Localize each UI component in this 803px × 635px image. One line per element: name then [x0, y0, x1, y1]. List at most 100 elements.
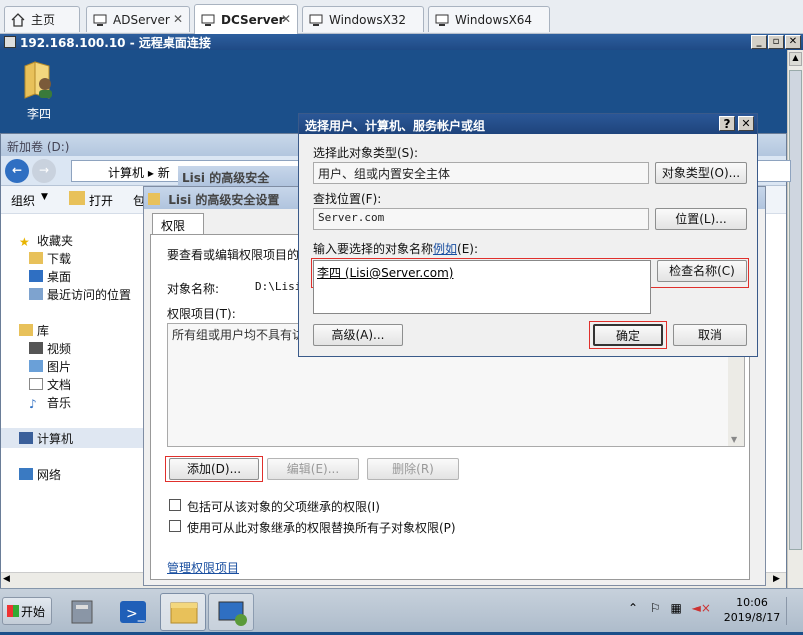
entries-label: 权限项目(T):: [167, 307, 236, 321]
object-types-button[interactable]: 对象类型(O)...: [655, 162, 747, 184]
scroll-right-icon[interactable]: ▶: [773, 574, 780, 584]
security-dialog-title: Lisi 的高级安全设置: [168, 193, 280, 207]
nav-videos[interactable]: 视频: [29, 340, 71, 357]
show-hidden-icons-icon[interactable]: ⌃: [628, 601, 638, 615]
tab-windowsx64[interactable]: WindowsX64: [428, 6, 550, 32]
start-button[interactable]: 开始: [2, 597, 52, 625]
show-desktop-button[interactable]: [786, 597, 800, 625]
replace-label: 使用可从此对象继承的权限替换所有子对象权限(P): [187, 521, 456, 535]
tab-permissions[interactable]: 权限: [152, 213, 204, 235]
address-part[interactable]: 计算机: [108, 166, 144, 180]
remove-button[interactable]: 删除(R): [367, 458, 459, 480]
tab-dcserver[interactable]: DCServer ✕: [194, 4, 298, 34]
windows-logo-icon: [7, 605, 19, 617]
tab-windowsx32[interactable]: WindowsX32: [302, 6, 424, 32]
nav-label: 最近访问的位置: [47, 288, 132, 302]
object-type-label: 选择此对象类型(S):: [313, 146, 419, 160]
close-icon[interactable]: ✕: [173, 12, 183, 26]
desktop-icon-label: 李四: [26, 107, 51, 121]
document-icon: [29, 378, 43, 390]
close-button[interactable]: ✕: [738, 116, 754, 131]
close-icon[interactable]: ✕: [281, 12, 291, 26]
network-status-icon[interactable]: ▦: [670, 601, 681, 615]
remote-desktop-taskbar-icon[interactable]: [208, 593, 254, 631]
monitor-icon: [93, 13, 107, 27]
nav-libraries[interactable]: 库: [19, 322, 49, 339]
scroll-thumb[interactable]: [789, 70, 802, 550]
home-icon: [11, 12, 25, 27]
library-icon: [19, 324, 33, 336]
nav-computer[interactable]: 计算机: [1, 428, 143, 448]
browser-tab-strip: 主页 ADServer ✕ DCServer ✕ WindowsX32 Wind…: [0, 0, 803, 34]
folder-icon: [148, 193, 160, 205]
replace-checkbox[interactable]: [169, 520, 181, 532]
desktop-scrollbar[interactable]: ▲: [787, 50, 803, 588]
object-names-input[interactable]: 李四 (Lisi@Server.com): [313, 260, 651, 314]
monitor-icon: [309, 13, 323, 27]
nav-downloads[interactable]: 下载: [29, 250, 71, 267]
desktop-icon: [29, 270, 43, 282]
nav-desktop[interactable]: 桌面: [29, 268, 71, 285]
help-button[interactable]: ?: [719, 116, 735, 131]
scroll-up-icon[interactable]: ▲: [789, 52, 802, 66]
nav-label: 桌面: [47, 270, 72, 284]
manage-permissions-link[interactable]: 管理权限项目: [167, 559, 239, 576]
clock[interactable]: 10:06 2019/8/17: [722, 595, 782, 625]
cancel-button[interactable]: 取消: [673, 324, 747, 346]
tab-adserver[interactable]: ADServer ✕: [86, 6, 190, 32]
close-button[interactable]: ✕: [785, 35, 801, 49]
tab-label: 权限: [161, 219, 186, 233]
tab-label: ADServer: [113, 12, 170, 27]
advanced-button[interactable]: 高级(A)...: [313, 324, 403, 346]
start-label: 开始: [21, 605, 46, 619]
examples-link[interactable]: 例如: [433, 242, 457, 256]
forward-icon[interactable]: →: [32, 159, 56, 183]
select-dialog-title-bar: 选择用户、计算机、服务帐户或组 ? ✕: [299, 114, 757, 134]
tab-label: WindowsX64: [455, 12, 533, 27]
bg-dialog-title-text: Lisi 的高级安全: [182, 171, 270, 185]
address-part[interactable]: 新: [158, 166, 170, 180]
restore-button[interactable]: ▫: [768, 35, 784, 49]
inherit-checkbox[interactable]: [169, 499, 181, 511]
server-manager-icon[interactable]: [60, 593, 106, 631]
add-button[interactable]: 添加(D)...: [169, 458, 259, 480]
open-button[interactable]: 打开: [89, 192, 113, 209]
nav-pictures[interactable]: 图片: [29, 358, 71, 375]
nav-label: 网络: [37, 468, 62, 482]
edit-button[interactable]: 编辑(E)...: [267, 458, 359, 480]
nav-documents[interactable]: 文档: [29, 376, 71, 393]
scroll-left-icon[interactable]: ◀: [3, 574, 10, 584]
powershell-icon[interactable]: >_: [110, 593, 156, 631]
locations-button[interactable]: 位置(L)...: [655, 208, 747, 230]
location-field: Server.com: [313, 208, 649, 230]
tab-home[interactable]: 主页: [4, 6, 80, 32]
back-icon[interactable]: ←: [5, 159, 29, 183]
nav-label: 下载: [47, 252, 72, 266]
organize-button[interactable]: 组织: [11, 192, 35, 209]
volume-muted-icon[interactable]: ◄×: [692, 601, 711, 615]
nav-recent[interactable]: 最近访问的位置: [29, 286, 131, 303]
flag-icon[interactable]: ⚐: [650, 601, 661, 615]
system-tray: ⌃ ⚐ ▦ ◄×: [628, 601, 728, 621]
open-folder-icon: [69, 191, 85, 205]
nav-music[interactable]: ♪ 音乐: [29, 394, 71, 411]
network-icon: [19, 468, 33, 480]
explorer-title: 新加卷 (D:): [7, 140, 70, 154]
chevron-right-icon: ▸: [147, 166, 158, 180]
scroll-down-icon[interactable]: ▼: [731, 435, 737, 444]
rdp-title: 192.168.100.10 - 远程桌面连接: [20, 35, 211, 50]
svg-text:>_: >_: [126, 606, 146, 622]
nav-label: 计算机: [37, 432, 74, 446]
tab-label: DCServer: [221, 12, 285, 27]
nav-network[interactable]: 网络: [19, 466, 61, 483]
ok-button[interactable]: 确定: [593, 324, 663, 346]
desktop-user-folder[interactable]: 李四: [14, 58, 64, 122]
picture-icon: [29, 360, 43, 372]
resolved-name[interactable]: 李四 (Lisi@Server.com): [317, 264, 453, 281]
check-names-button[interactable]: 检查名称(C): [657, 260, 747, 282]
nav-favorites[interactable]: ★ 收藏夹: [19, 232, 73, 249]
minimize-button[interactable]: _: [751, 35, 767, 49]
monitor-icon: [201, 13, 215, 27]
clock-date: 2019/8/17: [723, 611, 781, 624]
explorer-taskbar-icon[interactable]: [160, 593, 206, 631]
